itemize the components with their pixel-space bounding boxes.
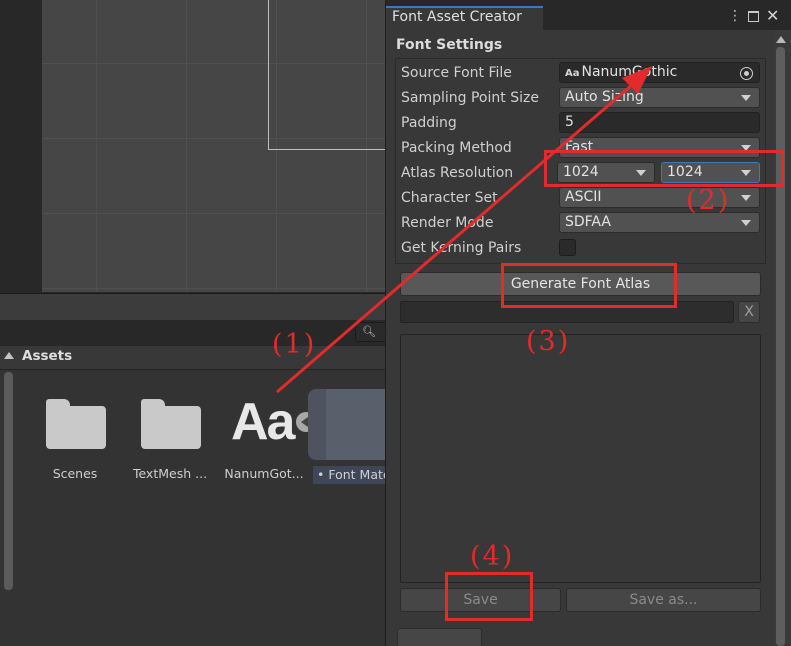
- annotation-box-save: [445, 572, 533, 621]
- annotation-overlay: [276, 66, 652, 394]
- annotation-box-generate: [501, 263, 677, 308]
- annotation-step-3: (3): [526, 326, 571, 357]
- annotation-box-atlas-resolution: [544, 150, 784, 187]
- annotation-step-1: (1): [272, 329, 317, 360]
- annotation-step-2: (2): [686, 185, 731, 216]
- annotation-step-4: (4): [470, 541, 515, 572]
- annotation-arrow-line: [276, 76, 641, 394]
